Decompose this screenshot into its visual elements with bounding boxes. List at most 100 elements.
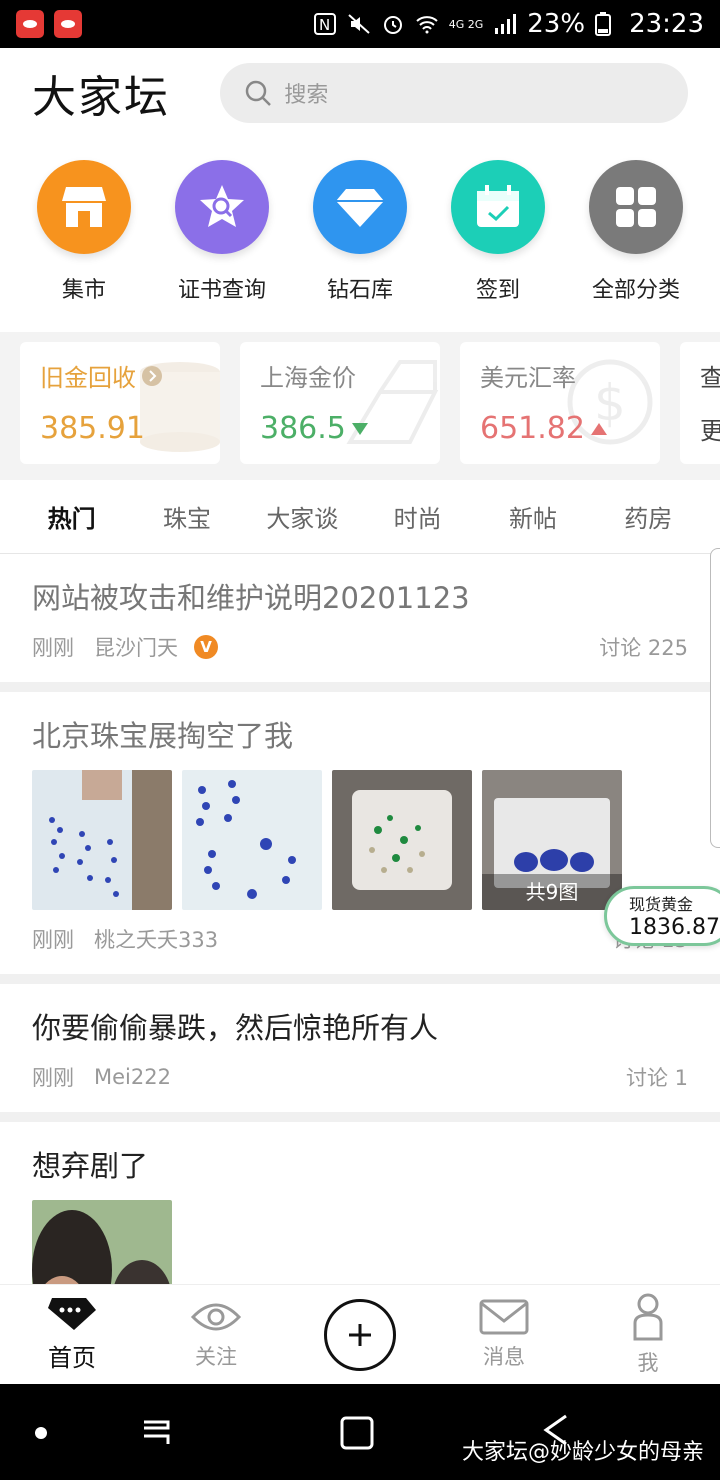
grid-icon xyxy=(589,160,683,254)
calendar-check-icon xyxy=(451,160,545,254)
price-value: 385.91 xyxy=(40,411,145,446)
bottom-navigation: 首页 关注 消息 我 xyxy=(0,1284,720,1384)
post-item[interactable]: 想弃剧了 xyxy=(0,1122,720,1284)
trend-up-icon xyxy=(590,422,607,435)
category-diamond-library[interactable]: 钻石库 xyxy=(300,160,420,320)
category-label: 集市 xyxy=(61,278,106,303)
app-logo: 大家坛 xyxy=(32,72,170,123)
post-title: 想弃剧了 xyxy=(32,1149,149,1183)
post-time: 刚刚 xyxy=(32,928,74,952)
category-checkin[interactable]: 签到 xyxy=(438,160,558,320)
post-image[interactable] xyxy=(182,770,322,910)
tab-hot[interactable]: 热门 xyxy=(14,499,129,534)
post-discussion-count: 讨论 225 xyxy=(599,636,688,660)
post-time: 刚刚 xyxy=(32,1066,74,1090)
status-bar: N 4G 2G 23% 23:23 xyxy=(0,0,720,48)
price-card-gold-recycle[interactable]: 旧金回收 385.91 xyxy=(20,342,220,464)
tab-jewelry[interactable]: 珠宝 xyxy=(129,499,244,534)
image-count-badge: 共9图 xyxy=(482,874,622,910)
nav-label: 关注 xyxy=(195,1344,237,1369)
nav-create-post[interactable] xyxy=(310,1298,410,1371)
price-card-shanghai-gold[interactable]: 上海金价 386.5 xyxy=(240,342,440,464)
wifi-icon xyxy=(415,12,439,36)
price-title: 美元汇率 xyxy=(480,364,576,392)
post-title: 你要偷偷暴跌，然后惊艳所有人 xyxy=(32,1011,439,1045)
post-title: 网站被攻击和维护说明20201123 xyxy=(32,581,470,615)
post-author[interactable]: 桃之夭夭333 xyxy=(94,924,218,954)
category-market[interactable]: 集市 xyxy=(24,160,144,320)
watermark: 大家坛@妙龄少女的母亲 xyxy=(461,1440,704,1465)
nav-home[interactable]: 首页 xyxy=(22,1296,122,1373)
post-title: 北京珠宝展掏空了我 xyxy=(32,719,294,753)
category-certificate-query[interactable]: 证书查询 xyxy=(162,160,282,320)
nav-label: 首页 xyxy=(48,1344,96,1372)
chevron-right-icon xyxy=(142,365,162,386)
signal-icon xyxy=(493,12,517,36)
price-cards: 旧金回收 385.91 上海金价 386.5 $ 美元汇率 651.82 查 更 xyxy=(0,332,720,480)
post-discussion-count: 讨论 1 xyxy=(625,1066,688,1090)
price-value: 更 xyxy=(700,417,720,445)
post-item[interactable]: 北京珠宝展掏空了我 共9图 刚刚 桃之夭夭333 xyxy=(0,692,720,984)
tab-new-posts[interactable]: 新帖 xyxy=(475,499,590,534)
recents-icon[interactable] xyxy=(136,1414,176,1454)
store-icon xyxy=(37,160,131,254)
post-time: 刚刚 xyxy=(32,636,74,660)
nav-label: 消息 xyxy=(483,1344,525,1369)
diamond-icon xyxy=(313,160,407,254)
price-card-partial[interactable]: 查 更 xyxy=(680,342,720,464)
price-value: 386.5 xyxy=(260,411,346,446)
post-author[interactable]: Mei222 xyxy=(94,1065,171,1089)
post-item[interactable]: 网站被攻击和维护说明20201123 刚刚 昆沙门天 V 讨论 225 xyxy=(0,554,720,692)
dot-icon[interactable] xyxy=(34,1426,48,1440)
search-icon xyxy=(246,80,272,106)
notification-app-icon xyxy=(16,10,44,38)
verified-badge-icon: V xyxy=(194,635,218,659)
floating-spot-gold[interactable]: 现货黄金 1836.87 xyxy=(604,886,720,946)
post-author[interactable]: 昆沙门天 xyxy=(94,632,178,662)
user-icon xyxy=(633,1293,663,1340)
network-type: 4G 2G xyxy=(448,17,484,31)
post-image[interactable] xyxy=(32,770,172,910)
certificate-search-icon xyxy=(175,160,269,254)
spot-gold-label: 现货黄金 xyxy=(629,895,694,914)
category-label: 全部分类 xyxy=(591,278,680,303)
battery-icon xyxy=(595,12,619,36)
home-square-icon[interactable] xyxy=(338,1414,378,1454)
notification-app-icon xyxy=(54,10,82,38)
category-label: 证书查询 xyxy=(177,278,266,303)
tab-fashion[interactable]: 时尚 xyxy=(360,499,475,534)
post-image[interactable]: 共9图 xyxy=(482,770,622,910)
post-image[interactable] xyxy=(332,770,472,910)
price-value: 651.82 xyxy=(480,411,585,446)
tab-pharmacy[interactable]: 药房 xyxy=(591,499,706,534)
nav-messages[interactable]: 消息 xyxy=(454,1299,554,1371)
eye-icon xyxy=(191,1303,241,1330)
category-all[interactable]: 全部分类 xyxy=(576,160,696,320)
post-item[interactable]: 你要偷偷暴跌，然后惊艳所有人 刚刚 Mei222 讨论 1 xyxy=(0,984,720,1122)
home-diamond-icon xyxy=(48,1298,96,1330)
battery-percent: 23% xyxy=(527,9,586,39)
side-drawer-handle[interactable] xyxy=(710,548,720,848)
nav-follow[interactable]: 关注 xyxy=(166,1299,266,1371)
category-label: 签到 xyxy=(475,278,520,303)
category-shortcuts: 集市 证书查询 钻石库 签到 全部分类 xyxy=(0,160,720,320)
nav-me[interactable]: 我 xyxy=(598,1293,698,1377)
envelope-icon xyxy=(479,1299,529,1334)
search-bar[interactable]: 搜索 xyxy=(220,63,688,123)
system-navigation: 大家坛@妙龄少女的母亲 xyxy=(0,1384,720,1480)
nav-label: 我 xyxy=(637,1350,659,1375)
nfc-icon: N xyxy=(313,12,337,36)
mute-icon xyxy=(347,12,371,36)
post-image[interactable] xyxy=(32,1200,172,1284)
alarm-icon xyxy=(381,12,405,36)
tab-discussion[interactable]: 大家谈 xyxy=(245,499,360,534)
price-title: 旧金回收 xyxy=(40,364,136,392)
category-label: 钻石库 xyxy=(326,278,393,303)
svg-text:N: N xyxy=(319,16,330,34)
spot-gold-value: 1836.87 xyxy=(629,915,720,940)
trend-down-icon xyxy=(351,422,368,435)
plus-icon xyxy=(324,1298,396,1371)
price-card-usd-rate[interactable]: $ 美元汇率 651.82 xyxy=(460,342,660,464)
price-title: 查 xyxy=(700,364,720,392)
clock: 23:23 xyxy=(629,9,704,39)
